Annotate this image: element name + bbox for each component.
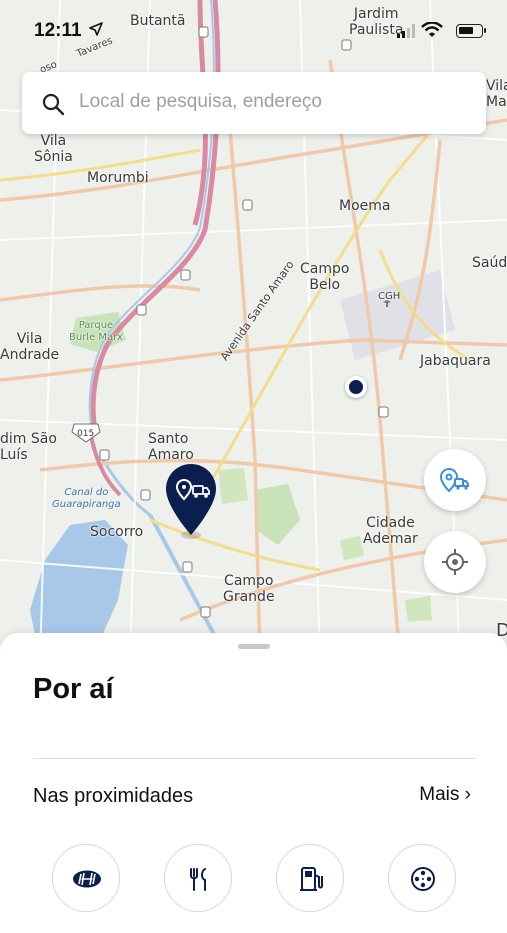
location-services-icon xyxy=(89,22,103,36)
map-label-jardim-sao-luis: dim São Luís xyxy=(0,431,57,463)
sheet-title: Por aí xyxy=(33,673,114,705)
bottom-sheet[interactable]: Por aí Nas proximidades Mais › xyxy=(0,633,507,933)
search-placeholder: Local de pesquisa, endereço xyxy=(79,91,322,112)
search-icon xyxy=(42,93,65,116)
current-location-dot xyxy=(345,376,367,398)
map-label-route-015: 015 xyxy=(77,429,95,439)
map-label-santo-amaro: Santo Amaro xyxy=(148,431,194,463)
map-label-morumbi: Morumbi xyxy=(87,170,149,186)
crosshair-icon xyxy=(442,549,468,575)
cellular-signal-icon xyxy=(397,24,415,38)
map-label-vila-sonia: Vila Sônia xyxy=(34,133,73,165)
map-label-jabaquara: Jabaquara xyxy=(420,353,491,369)
search-bar[interactable]: Local de pesquisa, endereço xyxy=(22,72,486,134)
battery-icon xyxy=(456,24,486,38)
fuel-station-icon xyxy=(300,867,323,891)
recenter-location-button[interactable] xyxy=(424,531,486,593)
map-label-socorro: Socorro xyxy=(90,524,144,540)
sheet-divider xyxy=(33,758,476,759)
map-label-moema: Moema xyxy=(339,198,391,214)
map-label-vila-andrade: Vila Andrade xyxy=(0,331,60,363)
category-cinemas-button[interactable] xyxy=(388,844,456,912)
cinema-film-reel-icon xyxy=(411,867,435,891)
wifi-icon xyxy=(421,22,443,37)
map-label-saude: Saúd xyxy=(472,255,507,271)
sheet-drag-handle[interactable] xyxy=(238,644,270,649)
more-link[interactable]: Mais › xyxy=(419,784,471,806)
category-fuel-stations-button[interactable] xyxy=(276,844,344,912)
dealer-filter-button[interactable] xyxy=(424,449,486,511)
hyundai-logo-icon xyxy=(73,870,101,888)
map-label-canal-guarapiranga: Canal do Guarapiranga xyxy=(52,487,121,510)
dealer-location-pin[interactable] xyxy=(165,463,217,546)
map-label-campo-belo: Campo Belo xyxy=(300,261,350,293)
status-time: 12:11 xyxy=(34,20,82,41)
category-hyundai-dealers-button[interactable] xyxy=(52,844,120,912)
map-label-vila-edge: Vila Ma xyxy=(486,78,507,110)
restaurant-icon xyxy=(190,868,206,891)
map-pin-icon xyxy=(166,464,216,539)
map-label-parque-burle-marx: Parque Burle Marx xyxy=(69,320,123,343)
map-label-campo-grande: Campo Grande xyxy=(223,573,275,605)
nearby-section-label: Nas proximidades xyxy=(33,785,194,807)
map-label-cidade-ademar: Cidade Ademar xyxy=(363,515,418,547)
dealer-location-icon xyxy=(439,467,469,493)
category-restaurants-button[interactable] xyxy=(164,844,232,912)
status-bar: 12:11 xyxy=(0,0,507,50)
map-label-cgh: CGH xyxy=(378,291,401,302)
